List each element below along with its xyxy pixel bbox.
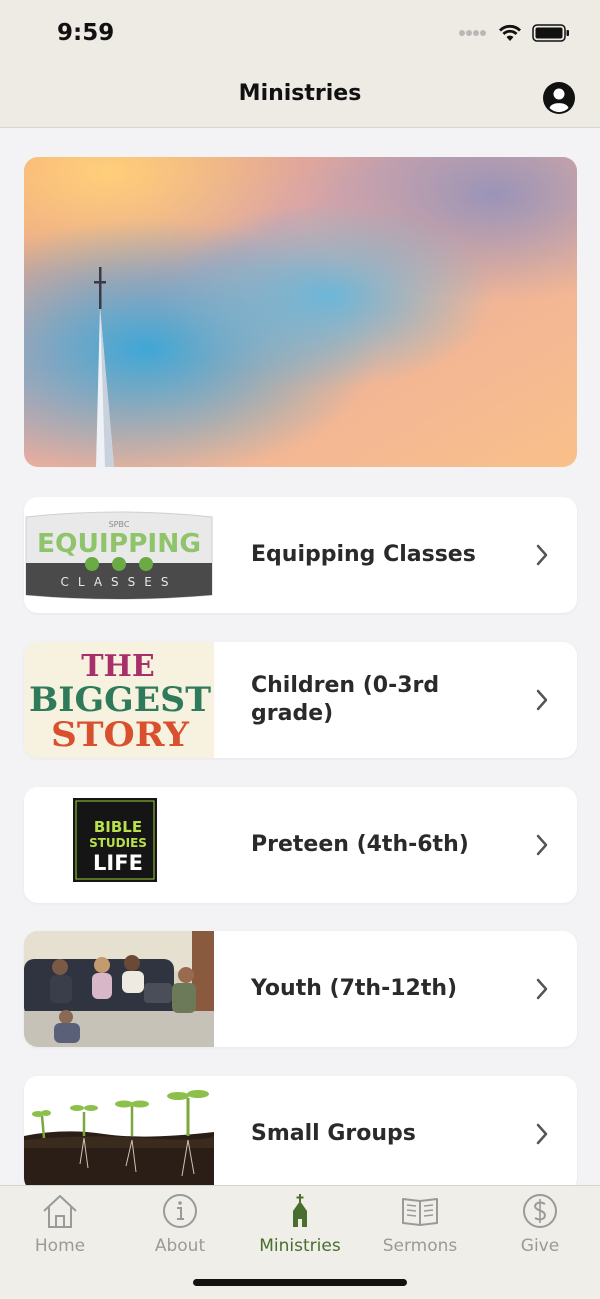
- bible-line-2: STUDIES: [89, 836, 147, 850]
- page-title: Ministries: [238, 81, 362, 106]
- nav-bar: Ministries: [0, 66, 600, 128]
- youth-group-photo: [24, 931, 214, 1047]
- tab-home[interactable]: Home: [0, 1186, 120, 1266]
- tab-sermons[interactable]: Sermons: [360, 1186, 480, 1266]
- status-bar: 9:59: [0, 0, 600, 66]
- ministry-card-small-groups[interactable]: Small Groups: [24, 1076, 577, 1192]
- biggest-line-1: THE: [81, 649, 155, 684]
- card-label: Small Groups: [251, 1121, 416, 1146]
- tab-give[interactable]: Give: [480, 1186, 600, 1266]
- ministry-card-equipping-classes[interactable]: SPBC EQUIPPING CLASSES Equipping Classes: [24, 497, 577, 613]
- bible-studies-for-life-cover: BIBLE STUDIES LIFE: [24, 787, 214, 903]
- home-icon: [43, 1195, 77, 1228]
- tab-label: Ministries: [259, 1236, 341, 1256]
- tab-about[interactable]: About: [120, 1186, 240, 1266]
- status-icons: [458, 22, 570, 44]
- dollar-icon: [523, 1194, 557, 1228]
- chevron-right-icon: [536, 689, 548, 711]
- card-label: Preteen (4th-6th): [251, 832, 469, 857]
- biggest-line-3: STORY: [51, 715, 190, 755]
- status-time: 9:59: [57, 20, 115, 46]
- signal-icon: [459, 30, 486, 36]
- bible-line-1: BIBLE: [94, 818, 142, 836]
- equipping-sub-text: CLASSES: [61, 575, 178, 589]
- ministry-card-youth[interactable]: Youth (7th-12th): [24, 931, 577, 1047]
- tab-label: Give: [520, 1236, 560, 1256]
- bible-line-3: LIFE: [93, 851, 143, 875]
- chevron-right-icon: [536, 544, 548, 566]
- chevron-right-icon: [536, 978, 548, 1000]
- info-icon: [163, 1194, 197, 1228]
- tab-label: Home: [34, 1236, 86, 1256]
- church-icon: [293, 1194, 307, 1227]
- the-biggest-story-art: THE BIGGEST STORY: [24, 642, 214, 758]
- sprouting-seedlings-photo: [24, 1076, 214, 1192]
- ministry-card-children[interactable]: THE BIGGEST STORY Children (0-3rd grade): [24, 642, 577, 758]
- equipping-classes-logo: SPBC EQUIPPING CLASSES: [24, 497, 214, 613]
- chevron-right-icon: [536, 834, 548, 856]
- equipping-small-text: SPBC: [109, 520, 130, 529]
- chevron-right-icon: [536, 1123, 548, 1145]
- book-icon: [402, 1198, 438, 1226]
- hero-image: [24, 157, 577, 467]
- battery-icon: [532, 24, 569, 42]
- biggest-line-2: BIGGEST: [29, 680, 211, 720]
- tab-label: Sermons: [382, 1236, 458, 1256]
- tab-label: About: [154, 1236, 206, 1256]
- card-label: Youth (7th-12th): [251, 976, 458, 1001]
- card-label: Equipping Classes: [251, 542, 476, 567]
- tab-ministries[interactable]: Ministries: [240, 1186, 360, 1266]
- home-indicator[interactable]: [193, 1279, 407, 1286]
- card-label: Children (0-3rd grade): [251, 673, 440, 726]
- ministry-card-preteen[interactable]: BIBLE STUDIES LIFE Preteen (4th-6th): [24, 787, 577, 903]
- wifi-icon: [499, 24, 521, 41]
- equipping-big-text: EQUIPPING: [37, 529, 201, 559]
- account-icon[interactable]: [542, 81, 576, 115]
